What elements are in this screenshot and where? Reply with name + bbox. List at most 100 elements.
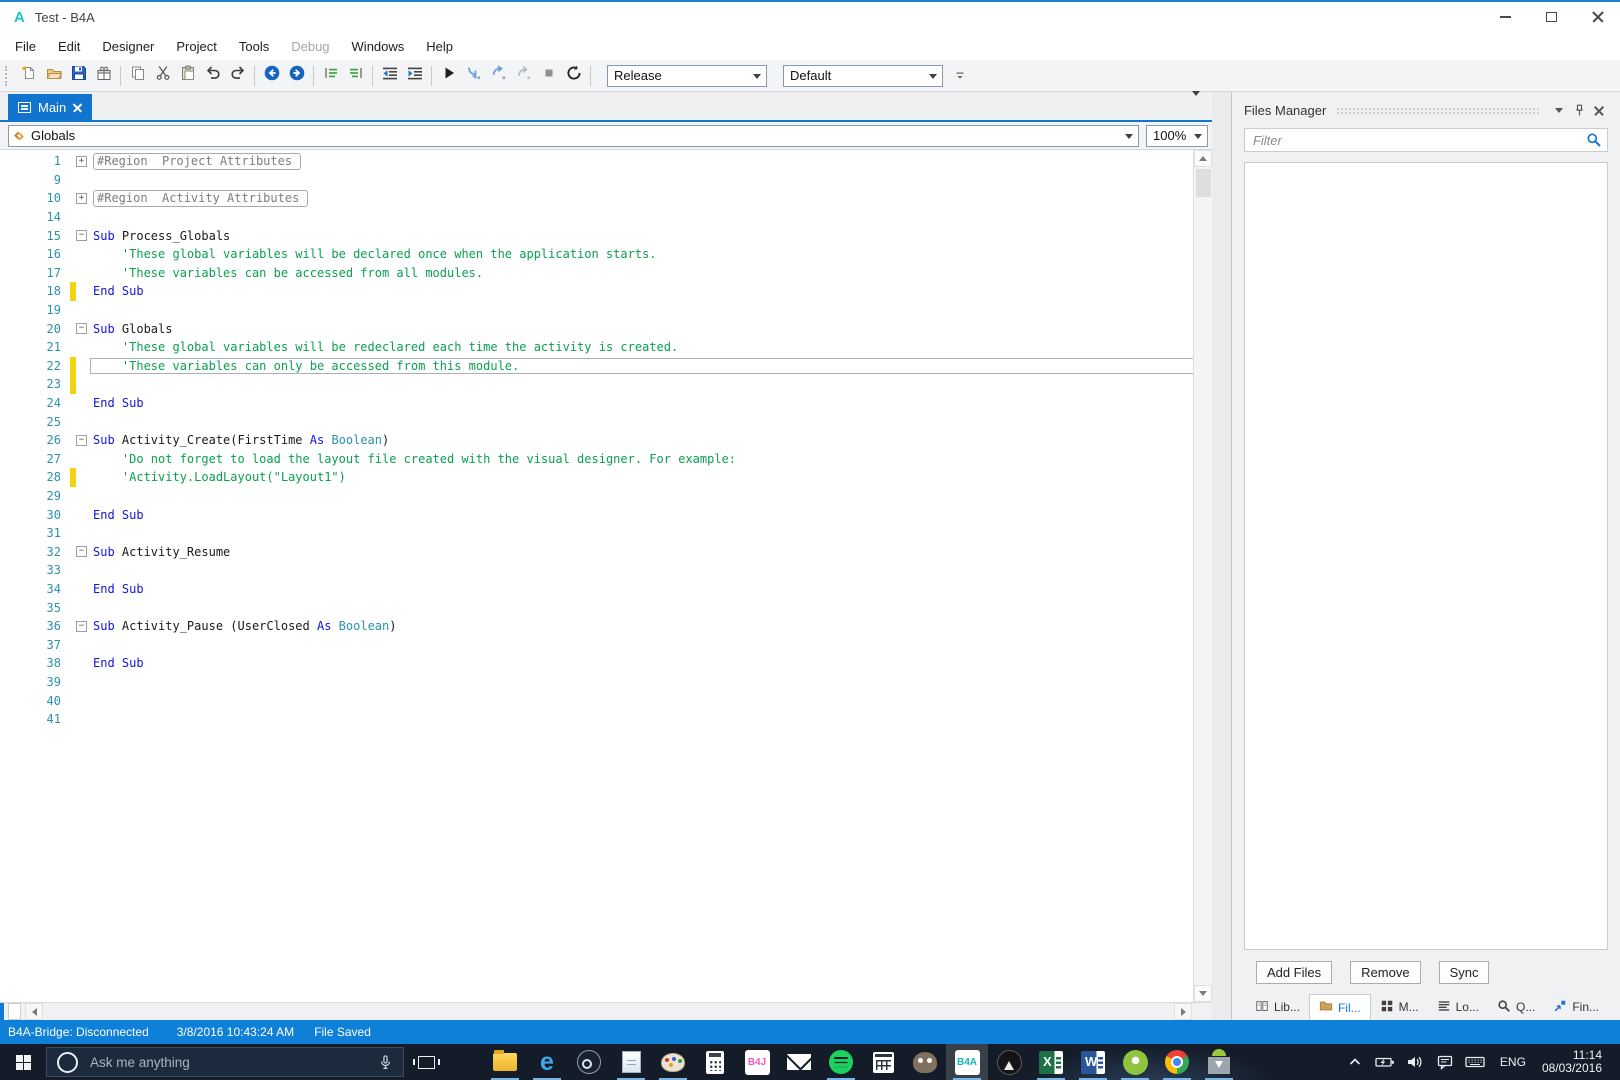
microphone-icon[interactable] xyxy=(378,1054,393,1071)
taskbar-app-android-studio[interactable] xyxy=(1114,1044,1156,1080)
menu-edit[interactable]: Edit xyxy=(47,35,91,58)
menu-designer[interactable]: Designer xyxy=(91,35,165,58)
redo-button[interactable] xyxy=(225,64,250,88)
panel-tab-m[interactable]: M... xyxy=(1371,994,1428,1020)
panel-pin-button[interactable] xyxy=(1570,101,1588,119)
build-config-select[interactable]: Release xyxy=(607,65,767,87)
undo-button[interactable] xyxy=(200,64,225,88)
cortana-search[interactable]: Ask me anything xyxy=(46,1047,404,1077)
menu-file[interactable]: File xyxy=(4,35,47,58)
toolbar-grip[interactable] xyxy=(5,66,11,86)
new-file-button[interactable] xyxy=(16,64,41,88)
code-line-23[interactable]: 23 xyxy=(0,375,1193,394)
comment-button[interactable] xyxy=(318,64,343,88)
minimize-button[interactable] xyxy=(1482,2,1528,32)
code-line-31[interactable]: 31 xyxy=(0,524,1193,543)
run-button[interactable] xyxy=(436,64,461,88)
taskbar-app-b4a[interactable]: B4A xyxy=(946,1044,988,1080)
region-box[interactable]: #Region Project Attributes xyxy=(93,153,301,170)
keyboard-button[interactable] xyxy=(1460,1044,1490,1080)
remove-button[interactable]: Remove xyxy=(1350,961,1420,984)
panel-tab-lo[interactable]: Lo... xyxy=(1428,994,1488,1020)
code-line-32[interactable]: 32−Sub Activity_Resume xyxy=(0,542,1193,561)
menu-help[interactable]: Help xyxy=(415,35,464,58)
region-box[interactable]: #Region Activity Attributes xyxy=(93,190,308,207)
code-line-14[interactable]: 14 xyxy=(0,208,1193,227)
code-line-21[interactable]: 21 'These global variables will be redec… xyxy=(0,338,1193,357)
step-into-button[interactable] xyxy=(461,64,486,88)
taskbar-app-word[interactable]: W xyxy=(1072,1044,1114,1080)
filter-input[interactable] xyxy=(1244,128,1608,152)
code-line-18[interactable]: 18End Sub xyxy=(0,282,1193,301)
chevron-up-button[interactable] xyxy=(1340,1044,1370,1080)
panel-tab-lib[interactable]: Lib... xyxy=(1246,994,1309,1020)
profile-select[interactable]: Default xyxy=(783,65,943,87)
code-line-40[interactable]: 40 xyxy=(0,691,1193,710)
panel-tab-fil[interactable]: Fil... xyxy=(1309,994,1371,1020)
code-line-35[interactable]: 35 xyxy=(0,598,1193,617)
code-line-36[interactable]: 36−Sub Activity_Pause (UserClosed As Boo… xyxy=(0,617,1193,636)
code-line-29[interactable]: 29 xyxy=(0,487,1193,506)
volume-button[interactable] xyxy=(1400,1044,1430,1080)
scrollbar-thumb[interactable] xyxy=(1196,169,1211,197)
close-button[interactable] xyxy=(1574,2,1620,32)
stop-button[interactable] xyxy=(536,64,561,88)
task-view-button[interactable] xyxy=(404,1044,448,1080)
expand-icon[interactable]: + xyxy=(76,156,87,167)
panel-close-button[interactable] xyxy=(1590,101,1608,119)
language-indicator[interactable]: ENG xyxy=(1490,1055,1536,1069)
code-line-26[interactable]: 26−Sub Activity_Create(FirstTime As Bool… xyxy=(0,431,1193,450)
taskbar-app-steam[interactable] xyxy=(568,1044,610,1080)
taskbar-app-b4j[interactable]: B4J xyxy=(736,1044,778,1080)
menu-project[interactable]: Project xyxy=(165,35,227,58)
indent-increase-button[interactable] xyxy=(402,64,427,88)
scroll-right-button[interactable] xyxy=(1174,1003,1192,1020)
horizontal-scrollbar[interactable] xyxy=(0,1002,1212,1020)
collapse-icon[interactable]: − xyxy=(76,230,87,241)
code-line-24[interactable]: 24End Sub xyxy=(0,394,1193,413)
code-line-33[interactable]: 33 xyxy=(0,561,1193,580)
paste-button[interactable] xyxy=(175,64,200,88)
panel-splitter[interactable] xyxy=(1212,92,1231,1020)
clock[interactable]: 11:14 08/03/2016 xyxy=(1536,1049,1614,1076)
code-line-17[interactable]: 17 'These variables can be accessed from… xyxy=(0,264,1193,283)
step-over-button[interactable] xyxy=(486,64,511,88)
code-line-34[interactable]: 34End Sub xyxy=(0,580,1193,599)
code-line-28[interactable]: 28 'Activity.LoadLayout("Layout1") xyxy=(0,468,1193,487)
collapse-icon[interactable]: − xyxy=(76,435,87,446)
uncomment-button[interactable] xyxy=(343,64,368,88)
code-line-25[interactable]: 25 xyxy=(0,412,1193,431)
tab-close-icon[interactable] xyxy=(73,103,82,112)
scroll-up-button[interactable] xyxy=(1194,150,1212,167)
code-line-41[interactable]: 41 xyxy=(0,710,1193,729)
taskbar-app-calendar[interactable] xyxy=(862,1044,904,1080)
taskbar-app-edge[interactable]: e xyxy=(526,1044,568,1080)
panel-drag-texture[interactable] xyxy=(1336,107,1540,116)
save-button[interactable] xyxy=(66,64,91,88)
code-line-37[interactable]: 37 xyxy=(0,635,1193,654)
add-files-button[interactable]: Add Files xyxy=(1256,961,1332,984)
back-button[interactable] xyxy=(259,64,284,88)
menu-tools[interactable]: Tools xyxy=(228,35,280,58)
code-line-22[interactable]: 22 'These variables can only be accessed… xyxy=(0,357,1193,376)
indent-decrease-button[interactable] xyxy=(377,64,402,88)
panel-tab-fin[interactable]: Fin... xyxy=(1544,994,1608,1020)
taskbar-app-paint[interactable] xyxy=(652,1044,694,1080)
vertical-scrollbar[interactable] xyxy=(1193,150,1212,1002)
code-line-39[interactable]: 39 xyxy=(0,673,1193,692)
tab-list-dropdown[interactable] xyxy=(1192,96,1200,114)
menu-windows[interactable]: Windows xyxy=(341,35,416,58)
code-line-16[interactable]: 16 'These global variables will be decla… xyxy=(0,245,1193,264)
collapse-icon[interactable]: − xyxy=(76,323,87,334)
code-lines[interactable]: 1+#Region Project Attributes910+#Region … xyxy=(0,150,1193,1002)
taskbar-app-calculator[interactable] xyxy=(694,1044,736,1080)
member-navigator-select[interactable]: Globals xyxy=(8,125,1139,147)
code-line-15[interactable]: 15−Sub Process_Globals xyxy=(0,226,1193,245)
taskbar-app-file-explorer[interactable] xyxy=(484,1044,526,1080)
open-project-button[interactable] xyxy=(41,64,66,88)
code-area[interactable]: 1+#Region Project Attributes910+#Region … xyxy=(0,150,1212,1002)
restart-button[interactable] xyxy=(561,64,586,88)
battery-button[interactable] xyxy=(1370,1044,1400,1080)
files-manager-header[interactable]: Files Manager xyxy=(1244,98,1608,122)
code-line-20[interactable]: 20−Sub Globals xyxy=(0,319,1193,338)
